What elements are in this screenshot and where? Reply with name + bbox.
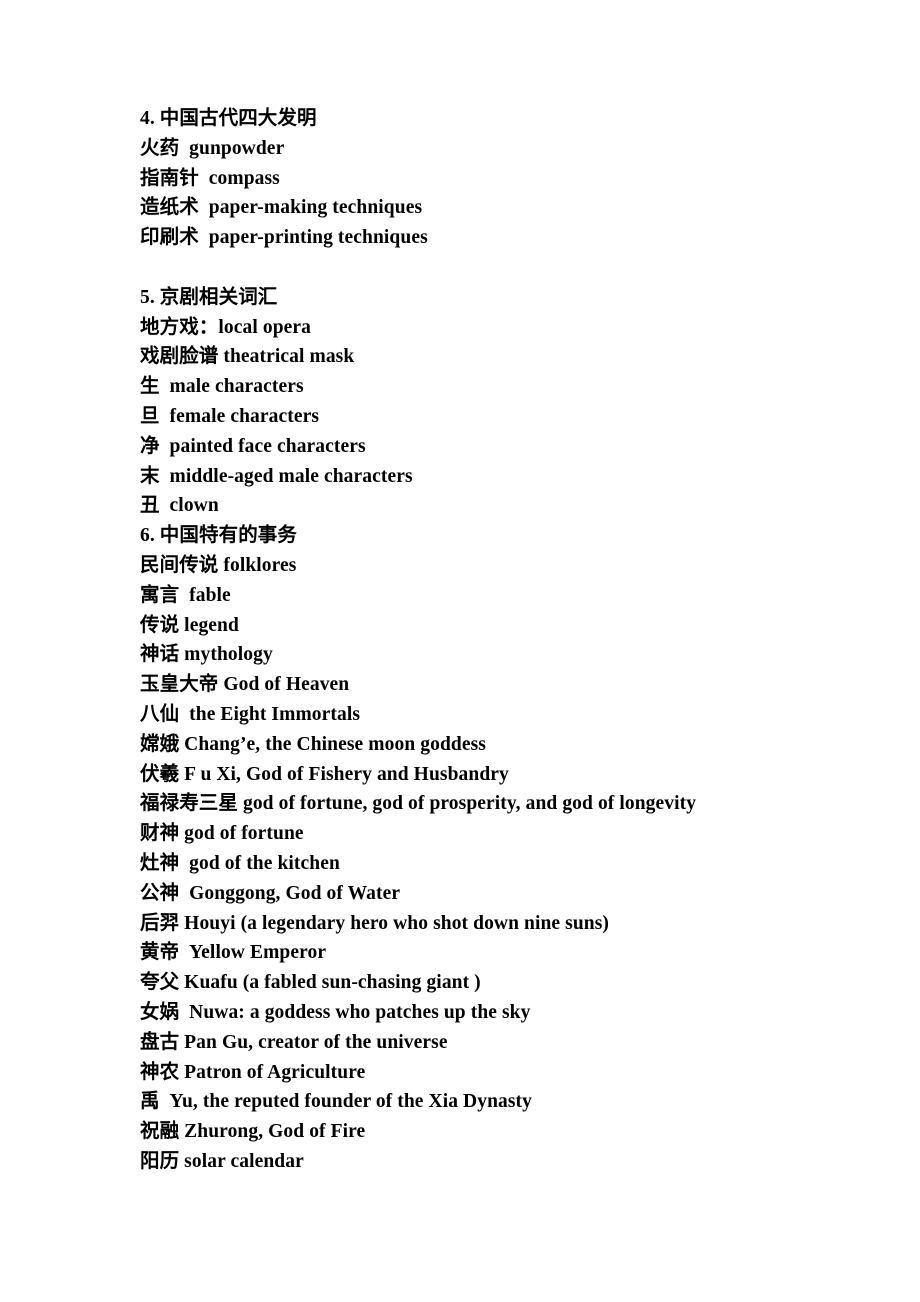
section-6: 6. 中国特有的事务 民间传说 folklores 寓言 fable 传说 legen… xyxy=(140,521,880,1177)
vocabulary-entry: 神农 Patron of Agriculture xyxy=(140,1061,366,1083)
vocabulary-entry: 财神 god of fortune xyxy=(140,823,304,845)
vocabulary-entry: 末 middle-aged male characters xyxy=(140,465,413,487)
vocabulary-entry: 禹 Yu, the reputed founder of the Xia Dyn… xyxy=(140,1091,533,1113)
vocabulary-entry: 地方戏：local opera xyxy=(140,316,312,338)
vocabulary-entry: 玉皇大帝 God of Heaven xyxy=(140,674,350,696)
vocabulary-entry: 夸父 Kuafu (a fabled sun-chasing giant ) xyxy=(140,972,481,994)
vocabulary-entry: 嫦娥 Chang’e, the Chinese moon goddess xyxy=(140,733,486,755)
vocabulary-entry: 盘古 Pan Gu, creator of the universe xyxy=(140,1031,448,1053)
section-heading: 4. 中国古代四大发明 xyxy=(140,108,317,129)
vocabulary-entry: 阳历 solar calendar xyxy=(140,1150,304,1172)
vocabulary-entry: 黄帝 Yellow Emperor xyxy=(140,942,327,964)
vocabulary-entry: 女娲 Nuwa: a goddess who patches up the sk… xyxy=(140,1001,531,1023)
vocabulary-entry: 生 male characters xyxy=(140,376,304,398)
vocabulary-entry: 印刷术 paper-printing techniques xyxy=(140,227,428,249)
vocabulary-entry: 旦 female characters xyxy=(140,405,320,427)
vocabulary-entry: 指南针 compass xyxy=(140,167,280,189)
vocabulary-entry: 祝融 Zhurong, God of Fire xyxy=(140,1121,366,1143)
vocabulary-entry: 火药 gunpowder xyxy=(140,137,285,159)
section-4: 4. 中国古代四大发明 火药 gunpowder 指南针 compass 造纸术 pa… xyxy=(140,104,880,253)
vocabulary-entry: 民间传说 folklores xyxy=(140,554,297,576)
vocabulary-entry: 八仙 the Eight Immortals xyxy=(140,703,361,725)
vocabulary-entry: 造纸术 paper-making techniques xyxy=(140,197,423,219)
vocabulary-entry: 福禄寿三星 god of fortune, god of prosperity,… xyxy=(140,793,697,815)
vocabulary-entry: 净 painted face characters xyxy=(140,435,366,457)
vocabulary-entry: 丑 clown xyxy=(140,495,219,517)
section-5: 5. 京剧相关词汇地方戏：local opera 戏剧脸谱 theatrical … xyxy=(140,283,880,521)
document-body: 4. 中国古代四大发明 火药 gunpowder 指南针 compass 造纸术 pa… xyxy=(140,104,880,1177)
vocabulary-entry: 公神 Gonggong, God of Water xyxy=(140,882,401,904)
vocabulary-entry: 灶神 god of the kitchen xyxy=(140,852,340,874)
vocabulary-entry: 戏剧脸谱 theatrical mask xyxy=(140,346,355,368)
vocabulary-entry: 后羿 Houyi (a legendary hero who shot down… xyxy=(140,912,610,934)
vocabulary-entry: 神话 mythology xyxy=(140,644,273,666)
vocabulary-entry: 伏羲 F u Xi, God of Fishery and Husbandry xyxy=(140,763,509,785)
section-heading: 6. 中国特有的事务 xyxy=(140,525,298,547)
document-page: 4. 中国古代四大发明 火药 gunpowder 指南针 compass 造纸术 pa… xyxy=(0,0,920,1302)
vocabulary-entry: 寓言 fable xyxy=(140,584,231,606)
vocabulary-entry: 传说 legend xyxy=(140,614,239,636)
section-heading: 5. 京剧相关词汇 xyxy=(140,286,278,308)
